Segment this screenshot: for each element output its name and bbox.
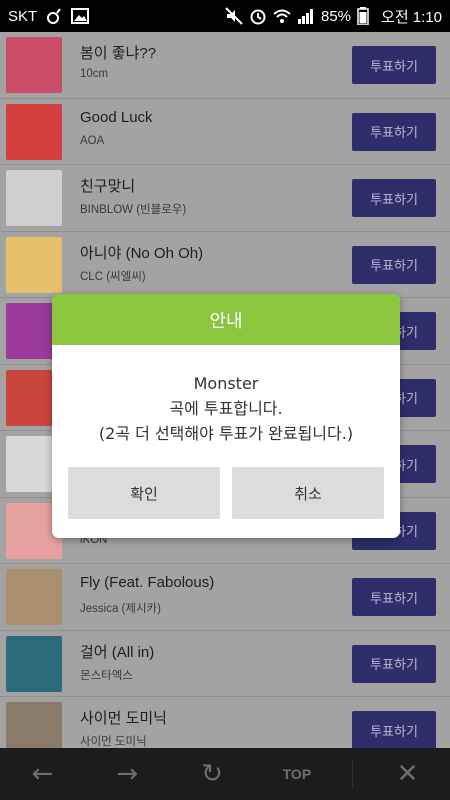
battery-icon bbox=[357, 7, 375, 26]
song-row[interactable]: 걸어 (All in) 몬스타엑스 투표하기 bbox=[0, 631, 450, 697]
song-title: 사이먼 도미닉 bbox=[80, 710, 167, 727]
vote-button[interactable]: 투표하기 bbox=[352, 578, 436, 616]
close-icon[interactable]: ✕ bbox=[378, 748, 438, 800]
dialog-line-3: (2곡 더 선택해야 투표가 완료됩니다.) bbox=[98, 424, 354, 443]
song-row[interactable]: 사이먼 도미닉 사이먼 도미닉 투표하기 bbox=[0, 697, 450, 748]
song-title: 걸어 (All in) bbox=[80, 643, 155, 661]
vote-button[interactable]: 투표하기 bbox=[352, 179, 436, 217]
dialog-buttons: 확인 취소 bbox=[68, 467, 384, 519]
dialog-message: Monster 곡에 투표합니다. (2곡 더 선택해야 투표가 완료됩니다.) bbox=[52, 345, 400, 446]
cancel-button[interactable]: 취소 bbox=[232, 467, 384, 519]
song-title: Good Luck bbox=[80, 108, 153, 126]
battery-percent: 85% bbox=[321, 7, 352, 25]
song-title: 친구맞니 bbox=[80, 178, 136, 195]
vote-button[interactable]: 투표하기 bbox=[352, 112, 436, 151]
refresh-icon[interactable]: ↻ bbox=[182, 748, 242, 800]
song-title: 아니야 (No Oh Oh) bbox=[80, 244, 204, 262]
song-row[interactable]: 친구맞니 BINBLOW (빈블로우) 투표하기 bbox=[0, 165, 450, 232]
vote-button[interactable]: 투표하기 bbox=[352, 46, 436, 84]
song-row[interactable]: 봄이 좋냐?? 10cm 투표하기 bbox=[0, 32, 450, 99]
carrier-label: SKT bbox=[8, 7, 38, 25]
song-artist: AOA bbox=[80, 134, 105, 147]
confirm-button[interactable]: 확인 bbox=[68, 467, 220, 519]
alarm-icon bbox=[249, 7, 267, 25]
toolbar-divider bbox=[351, 759, 353, 789]
song-artist: 몬스타엑스 bbox=[80, 669, 133, 682]
song-row[interactable]: Fly (Feat. Fabolous) Jessica (제시카) 투표하기 bbox=[0, 564, 450, 631]
song-artist: BINBLOW (빈블로우) bbox=[80, 204, 187, 216]
bottom-toolbar: ← → ↻ TOP ✕ bbox=[0, 748, 450, 800]
album-art bbox=[6, 170, 62, 226]
gallery-icon bbox=[71, 7, 90, 25]
album-art bbox=[6, 37, 62, 93]
album-art bbox=[6, 635, 62, 692]
vote-button[interactable]: 투표하기 bbox=[352, 644, 436, 683]
album-art bbox=[6, 569, 62, 625]
dialog-line-2: 곡에 투표합니다. bbox=[169, 399, 283, 418]
album-art bbox=[6, 702, 62, 748]
album-art bbox=[6, 236, 62, 293]
song-artist: 10cm bbox=[80, 68, 109, 80]
top-label: TOP bbox=[282, 766, 312, 782]
forward-arrow-icon[interactable]: → bbox=[97, 748, 157, 800]
wifi-icon bbox=[273, 7, 291, 25]
dialog-header: 안내 bbox=[52, 294, 400, 345]
back-arrow-icon[interactable]: ← bbox=[12, 748, 72, 800]
mute-icon bbox=[225, 7, 243, 25]
vote-button[interactable]: 투표하기 bbox=[352, 711, 436, 748]
song-row[interactable]: Good Luck AOA 투표하기 bbox=[0, 99, 450, 165]
song-title: Fly (Feat. Fabolous) bbox=[80, 574, 215, 591]
clock: 오전 1:10 bbox=[381, 8, 442, 26]
song-artist: 사이먼 도미닉 bbox=[80, 736, 147, 748]
dialog-song-name: Monster bbox=[193, 374, 259, 393]
song-row[interactable]: 아니야 (No Oh Oh) CLC (씨엘씨) 투표하기 bbox=[0, 232, 450, 298]
album-art bbox=[6, 103, 62, 160]
song-title: 봄이 좋냐?? bbox=[80, 45, 157, 62]
dialog-title: 안내 bbox=[209, 310, 243, 332]
notice-dialog: 안내 Monster 곡에 투표합니다. (2곡 더 선택해야 투표가 완료됩니… bbox=[52, 294, 400, 538]
scroll-top-button[interactable]: TOP bbox=[267, 748, 327, 800]
status-bar: SKT 85% 오전 1:10 bbox=[0, 0, 450, 32]
vote-button[interactable]: 투표하기 bbox=[352, 245, 436, 284]
song-artist: Jessica (제시카) bbox=[80, 603, 161, 615]
notification-icon bbox=[45, 7, 63, 25]
song-artist: CLC (씨엘씨) bbox=[80, 270, 146, 283]
signal-icon bbox=[297, 7, 315, 25]
